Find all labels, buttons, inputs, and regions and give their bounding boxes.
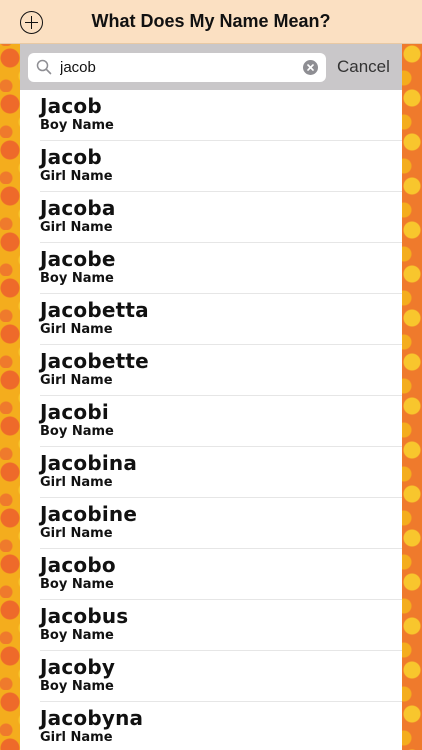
list-item[interactable]: Jacoba Girl Name — [40, 192, 402, 243]
results-panel: Cancel JacobBoy NameJacobGirl NameJacoba… — [20, 44, 402, 750]
results-list: Jacob Boy Name Jacob Girl Name Jacoba Girl Na… — [20, 90, 402, 750]
name-label: Jacob — [40, 94, 102, 118]
search-input[interactable] — [60, 52, 290, 82]
name-label: Jacob — [40, 145, 102, 169]
gender-label: Boy Name — [40, 679, 114, 694]
navigation-bar: What Does My Name Mean? — [0, 0, 422, 44]
list-item[interactable]: Jacobe Boy Name — [40, 243, 402, 294]
name-label: Jacobetta — [40, 298, 149, 322]
list-item[interactable]: Jacobo Boy Name — [40, 549, 402, 600]
name-label: Jacobus — [40, 604, 129, 628]
gender-label: Boy Name — [40, 118, 114, 133]
list-item[interactable]: Jacobette Girl Name — [40, 345, 402, 396]
list-item[interactable]: Jacobus Boy Name — [40, 600, 402, 651]
search-icon — [36, 59, 52, 75]
gender-label: Girl Name — [40, 526, 113, 541]
gender-label: Girl Name — [40, 322, 113, 337]
name-label: Jacoby — [40, 655, 116, 679]
name-label: Jacoba — [40, 196, 116, 220]
gender-label: Boy Name — [40, 577, 114, 592]
list-item[interactable]: Jacob Girl Name — [40, 141, 402, 192]
list-item[interactable]: Jacobina Girl Name — [40, 447, 402, 498]
gender-label: Girl Name — [40, 220, 113, 235]
gender-label: Girl Name — [40, 730, 113, 745]
name-label: Jacobo — [40, 553, 116, 577]
gender-label: Boy Name — [40, 628, 114, 643]
search-field[interactable] — [28, 52, 326, 82]
name-label: Jacobe — [40, 247, 116, 271]
list-item[interactable]: Jacobine Girl Name — [40, 498, 402, 549]
gender-label: Boy Name — [40, 424, 114, 439]
name-label: Jacobina — [40, 451, 138, 475]
cancel-button[interactable]: Cancel — [337, 57, 390, 77]
search-bar: Cancel — [20, 44, 402, 90]
clear-x-icon[interactable] — [303, 59, 318, 75]
patterned-background-right — [402, 44, 422, 750]
gender-label: Girl Name — [40, 169, 113, 184]
list-item[interactable]: Jacobetta Girl Name — [40, 294, 402, 345]
name-label: Jacobyna — [40, 706, 144, 730]
gender-label: Girl Name — [40, 475, 113, 490]
gender-label: Boy Name — [40, 271, 114, 286]
list-item[interactable]: Jacob Boy Name — [40, 90, 402, 141]
list-item[interactable]: Jacobyna Girl Name — [40, 702, 402, 750]
list-item[interactable]: Jacoby Boy Name — [40, 651, 402, 702]
plus-circle-icon[interactable] — [20, 11, 43, 34]
gender-label: Girl Name — [40, 373, 113, 388]
page-title: What Does My Name Mean? — [91, 11, 331, 31]
name-label: Jacobine — [40, 502, 138, 526]
name-label: Jacobette — [40, 349, 149, 373]
list-item[interactable]: Jacobi Boy Name — [40, 396, 402, 447]
name-label: Jacobi — [40, 400, 109, 424]
